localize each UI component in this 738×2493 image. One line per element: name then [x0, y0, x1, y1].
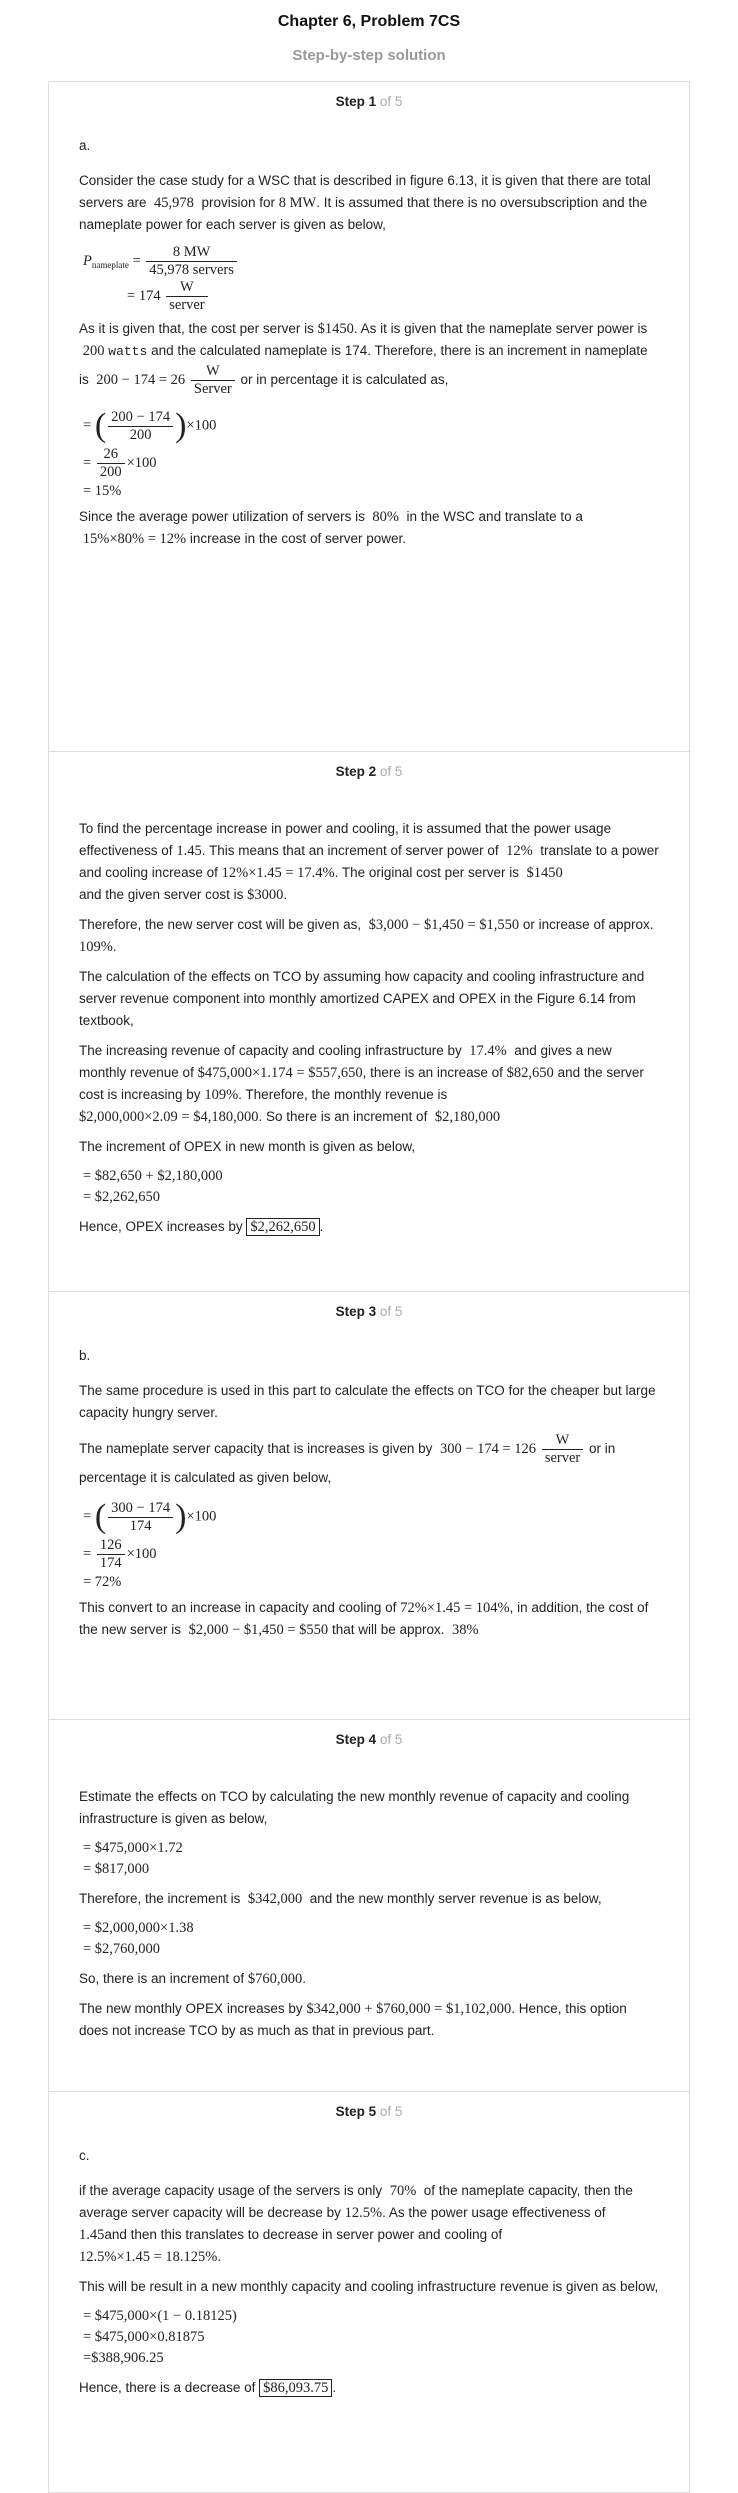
paragraph: Hence, there is a decrease of $86,093.75…	[79, 2379, 337, 2397]
paragraph: The new monthly OPEX increases by $342,0…	[79, 2001, 627, 2038]
equation: Pnameplate = 8 MW 45,978 servers = 174 Ws…	[79, 244, 659, 314]
equation: = $2,000,000×1.38 = $2,760,000	[83, 1920, 194, 1957]
paragraph: Hence, OPEX increases by $2,262,650.	[79, 1218, 324, 1236]
paragraph: Therefore, the new server cost will be g…	[79, 917, 654, 955]
step-5: Step 5 of 5 c. if the average capacity u…	[49, 2092, 689, 2492]
paragraph: Consider the case study for a WSC that i…	[79, 173, 651, 232]
equation: = (300 − 174 174)×100 = 126 174 ×100 = 72%	[83, 1498, 217, 1590]
paragraph: To find the percentage increase in power…	[79, 821, 659, 903]
part-label: a.	[79, 138, 91, 153]
paragraph: Estimate the effects on TCO by calculati…	[79, 1789, 630, 1826]
step-1: Step 1 of 5 a. Consider the case study f…	[49, 82, 689, 752]
step-3: Step 3 of 5 b. The same procedure is use…	[49, 1292, 689, 1720]
step-heading: Step 1 of 5	[335, 94, 403, 109]
part-label: c.	[79, 2148, 90, 2163]
step-2: Step 2 of 5 To find the percentage incre…	[49, 752, 689, 1292]
solution-steps: Step 1 of 5 a. Consider the case study f…	[48, 81, 690, 2493]
equation: = $475,000×(1 − 0.18125) = $475,000×0.81…	[83, 2308, 237, 2366]
answer-box: $2,262,650	[246, 1218, 320, 1236]
equation: = $475,000×1.72 = $817,000	[83, 1840, 183, 1877]
paragraph: As it is given that, the cost per server…	[79, 321, 648, 397]
step-heading: Step 2 of 5	[335, 764, 403, 779]
paragraph: The increasing revenue of capacity and c…	[79, 1043, 644, 1125]
page-subtitle: Step-by-step solution	[292, 47, 446, 64]
paragraph: This will be result in a new monthly cap…	[79, 2279, 659, 2294]
step-heading: Step 5 of 5	[335, 2104, 403, 2119]
step-4: Step 4 of 5 Estimate the effects on TCO …	[49, 1720, 689, 2092]
paragraph: The same procedure is used in this part …	[79, 1383, 656, 1420]
step-heading: Step 3 of 5	[335, 1304, 403, 1319]
part-label: b.	[79, 1348, 91, 1363]
paragraph: So, there is an increment of $760,000.	[79, 1971, 306, 1987]
paragraph: The nameplate server capacity that is in…	[79, 1432, 616, 1485]
equation: = $82,650 + $2,180,000 = $2,262,650	[83, 1168, 223, 1205]
paragraph: This convert to an increase in capacity …	[79, 1600, 649, 1638]
step-heading: Step 4 of 5	[335, 1732, 403, 1747]
paragraph: Since the average power utilization of s…	[79, 509, 583, 547]
equation: = (200 − 174 200)×100 = 26 200 ×100 = 15%	[83, 407, 217, 499]
paragraph: if the average capacity usage of the ser…	[79, 2183, 633, 2265]
paragraph: Therefore, the increment is $342,000 and…	[79, 1891, 602, 1907]
answer-box: $86,093.75	[259, 2379, 333, 2397]
paragraph: The increment of OPEX in new month is gi…	[79, 1139, 416, 1154]
paragraph: The calculation of the effects on TCO by…	[79, 969, 645, 1028]
page-title: Chapter 6, Problem 7CS	[277, 13, 461, 30]
